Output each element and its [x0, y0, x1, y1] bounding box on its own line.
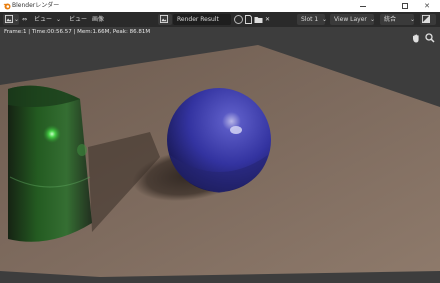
zoom-icon[interactable]	[425, 33, 435, 43]
image-editor-header: ⌄ ⇔ ビュー ⌄ ビュー 画像 Render Result ✕ Slot 1 …	[0, 12, 440, 27]
view-toggle-icon[interactable]: ⇔	[22, 15, 27, 24]
display-channels-dropdown[interactable]	[420, 14, 436, 25]
view-layer-label: View Layer	[334, 16, 367, 23]
chevron-down-icon: ⌄	[56, 16, 62, 23]
image-name-field[interactable]: Render Result	[173, 14, 231, 25]
chevron-down-icon: ⌄	[322, 16, 328, 23]
fake-user-icon[interactable]	[234, 15, 243, 24]
render-info-text: Frame:1 | Time:00:56.57 | Mem:1.66M, Pea…	[4, 29, 151, 35]
close-button[interactable]: ✕	[414, 0, 440, 12]
unlink-image-icon[interactable]: ✕	[265, 15, 270, 24]
editor-type-dropdown[interactable]: ⌄	[3, 14, 19, 25]
minimize-button[interactable]	[350, 0, 376, 12]
image-name: Render Result	[177, 16, 219, 23]
image-editor-icon	[5, 15, 13, 23]
display-channels-icon	[422, 15, 430, 23]
chevron-down-icon: ⌄	[370, 16, 376, 23]
chevron-down-icon: ⌄	[14, 16, 20, 23]
chevron-down-icon: ⌄	[410, 16, 416, 23]
window-titlebar: Blenderレンダー ✕	[0, 0, 440, 12]
close-icon: ✕	[424, 1, 430, 10]
blender-app-icon	[3, 3, 11, 10]
render-pass-label: 統合	[384, 16, 397, 23]
minimize-icon	[360, 5, 366, 7]
slot-dropdown[interactable]: Slot 1	[297, 14, 325, 25]
maximize-icon	[402, 3, 408, 9]
view-layer-dropdown[interactable]: View Layer	[330, 14, 374, 25]
menu-image[interactable]: 画像	[92, 15, 104, 24]
image-browse-dropdown[interactable]	[158, 14, 172, 25]
render-result-image	[0, 27, 440, 283]
menu-view-mode[interactable]: ビュー	[34, 15, 52, 24]
menu-view[interactable]: ビュー	[69, 15, 87, 24]
window-title: Blenderレンダー	[12, 2, 60, 9]
open-image-icon[interactable]	[254, 15, 263, 24]
image-browse-icon	[160, 15, 168, 23]
slot-label: Slot 1	[301, 16, 319, 23]
render-pass-dropdown[interactable]: 統合	[380, 14, 414, 25]
hand-pan-icon[interactable]	[411, 33, 421, 43]
image-viewport[interactable]: Frame:1 | Time:00:56.57 | Mem:1.66M, Pea…	[0, 27, 440, 283]
new-image-icon[interactable]	[244, 15, 253, 24]
